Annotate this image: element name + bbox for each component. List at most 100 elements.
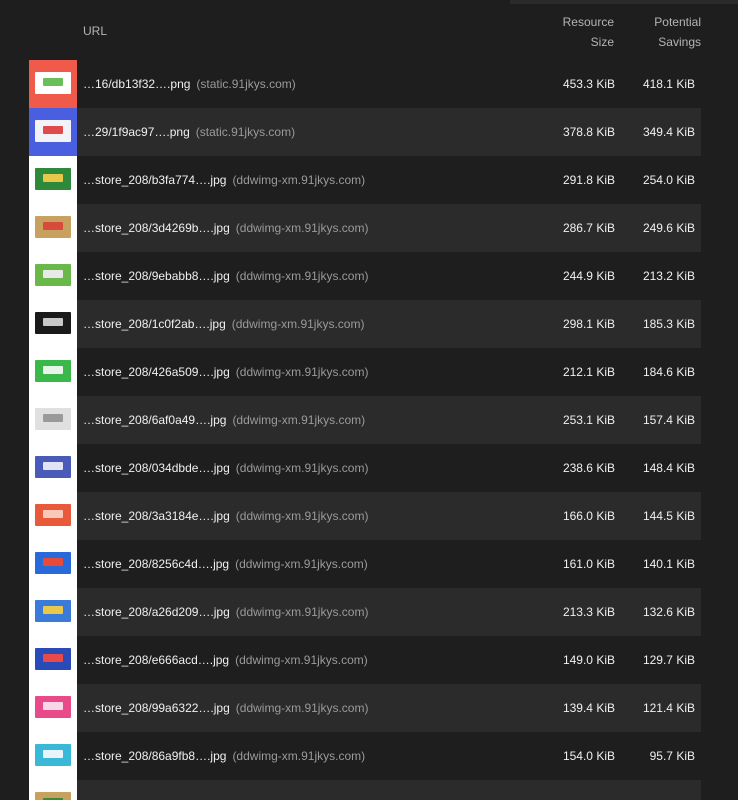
table-row[interactable]: …store_208/9ebabb8….jpg (ddwimg-xm.91jkys… (29, 252, 701, 300)
table-row[interactable]: …store_208/e666acd….jpg (ddwimg-xm.91jkys… (29, 636, 701, 684)
url-cell[interactable]: …store_208/3a3184e….jpg (ddwimg-xm.91jkys… (83, 492, 368, 540)
host-name: (ddwimg-xm.91jkys.com) (235, 365, 369, 379)
url-cell[interactable]: …29/1f9ac97….png (static.91jkys.com) (83, 108, 295, 156)
file-name[interactable]: …store_208/9ebabb8….jpg (83, 269, 230, 283)
image-thumbnail (29, 540, 77, 588)
file-name[interactable]: …store_208/b3fa774….jpg (83, 173, 226, 187)
potential-savings-value: 254.0 KiB (642, 173, 695, 187)
url-cell[interactable]: …store_208/426a509….jpg (ddwimg-xm.91jkys… (83, 348, 368, 396)
resource-size-value: 378.8 KiB (562, 125, 615, 139)
thumbnail-label-shape (43, 414, 63, 422)
host-name: (ddwimg-xm.91jkys.com) (235, 269, 369, 283)
potential-savings-value (615, 780, 695, 800)
host-name: (ddwimg-xm.91jkys.com) (235, 557, 368, 571)
file-name[interactable]: …store_208/e666acd….jpg (83, 653, 229, 667)
host-name: (ddwimg-xm.91jkys.com) (231, 317, 365, 331)
url-cell[interactable]: …store_208/1c0f2ab….jpg (ddwimg-xm.91jkys… (83, 300, 364, 348)
url-cell[interactable]: …store_208/86a9fb8….jpg (ddwimg-xm.91jkys… (83, 732, 365, 780)
image-thumbnail (29, 348, 77, 396)
file-name[interactable]: …store_208/3a3184e….jpg (83, 509, 230, 523)
file-name[interactable]: …store_208/a26d209….jpg (83, 605, 230, 619)
thumbnail-label-shape (43, 702, 63, 710)
url-column-header[interactable]: URL (83, 24, 107, 38)
image-thumbnail (29, 252, 77, 300)
file-name[interactable]: …store_208/99a6322….jpg (83, 701, 230, 715)
image-thumbnail (29, 780, 77, 800)
file-name[interactable]: …store_208/034dbde….jpg (83, 461, 230, 475)
image-thumbnail (29, 684, 77, 732)
potential-savings-value: 418.1 KiB (642, 77, 695, 91)
url-cell[interactable]: …store_208/b3fa774….jpg (ddwimg-xm.91jkys… (83, 156, 365, 204)
table-body: …16/db13f32….png (static.91jkys.com) 453.3… (29, 60, 701, 800)
url-cell[interactable] (83, 780, 89, 800)
host-name: (ddwimg-xm.91jkys.com) (235, 509, 369, 523)
table-row[interactable] (29, 780, 701, 800)
thumbnail-label-shape (43, 510, 63, 518)
url-cell[interactable]: …store_208/3d4269b….jpg (ddwimg-xm.91jkys… (83, 204, 368, 252)
table-row[interactable]: …store_208/426a509….jpg (ddwimg-xm.91jkys… (29, 348, 701, 396)
resource-size-value: 149.0 KiB (562, 653, 615, 667)
table-row[interactable]: …store_208/b3fa774….jpg (ddwimg-xm.91jkys… (29, 156, 701, 204)
url-cell[interactable]: …store_208/a26d209….jpg (ddwimg-xm.91jkys… (83, 588, 368, 636)
table-row[interactable]: …store_208/86a9fb8….jpg (ddwimg-xm.91jkys… (29, 732, 701, 780)
thumbnail-label-shape (43, 126, 63, 134)
url-cell[interactable]: …16/db13f32….png (static.91jkys.com) (83, 60, 296, 108)
potential-savings-value: 95.7 KiB (649, 749, 695, 763)
host-name: (ddwimg-xm.91jkys.com) (235, 653, 368, 667)
resource-size-value: 453.3 KiB (562, 77, 615, 91)
potential-savings-value: 144.5 KiB (642, 509, 695, 523)
image-thumbnail (29, 492, 77, 540)
url-cell[interactable]: …store_208/e666acd….jpg (ddwimg-xm.91jkys… (83, 636, 368, 684)
thumbnail-label-shape (43, 654, 63, 662)
resource-size-value: 166.0 KiB (562, 509, 615, 523)
host-name: (ddwimg-xm.91jkys.com) (235, 605, 369, 619)
host-name: (ddwimg-xm.91jkys.com) (232, 413, 366, 427)
host-name: (ddwimg-xm.91jkys.com) (235, 701, 369, 715)
url-cell[interactable]: …store_208/6af0a49….jpg (ddwimg-xm.91jkys… (83, 396, 365, 444)
potential-savings-value: 140.1 KiB (642, 557, 695, 571)
resource-size-value: 161.0 KiB (562, 557, 615, 571)
potential-savings-column-header[interactable]: Potential Savings (621, 12, 701, 52)
resource-size-column-header[interactable]: Resource Size (534, 12, 614, 52)
thumbnail-label-shape (43, 750, 63, 758)
table-row[interactable]: …store_208/8256c4d….jpg (ddwimg-xm.91jkys… (29, 540, 701, 588)
table-row[interactable]: …store_208/034dbde….jpg (ddwimg-xm.91jkys… (29, 444, 701, 492)
potential-savings-value: 132.6 KiB (642, 605, 695, 619)
file-name[interactable]: …store_208/3d4269b….jpg (83, 221, 230, 235)
table-row[interactable]: …16/db13f32….png (static.91jkys.com) 453.3… (29, 60, 701, 108)
resource-size-value: 253.1 KiB (562, 413, 615, 427)
url-cell[interactable]: …store_208/034dbde….jpg (ddwimg-xm.91jkys… (83, 444, 368, 492)
host-name: (ddwimg-xm.91jkys.com) (232, 173, 366, 187)
table-row[interactable]: …store_208/1c0f2ab….jpg (ddwimg-xm.91jkys… (29, 300, 701, 348)
image-thumbnail (29, 156, 77, 204)
thumbnail-label-shape (43, 78, 63, 86)
file-name[interactable]: …store_208/1c0f2ab….jpg (83, 317, 226, 331)
resource-size-header-line2: Size (590, 35, 614, 49)
table-row[interactable]: …store_208/3a3184e….jpg (ddwimg-xm.91jkys… (29, 492, 701, 540)
url-cell[interactable]: …store_208/9ebabb8….jpg (ddwimg-xm.91jkys… (83, 252, 368, 300)
host-name: (ddwimg-xm.91jkys.com) (235, 461, 369, 475)
file-name[interactable]: …store_208/8256c4d….jpg (83, 557, 229, 571)
potential-savings-value: 213.2 KiB (642, 269, 695, 283)
resource-size-value: 244.9 KiB (562, 269, 615, 283)
host-name: (ddwimg-xm.91jkys.com) (235, 221, 369, 235)
image-thumbnail (29, 300, 77, 348)
table-row[interactable]: …store_208/6af0a49….jpg (ddwimg-xm.91jkys… (29, 396, 701, 444)
file-name[interactable]: …29/1f9ac97….png (83, 125, 190, 139)
url-cell[interactable]: …store_208/8256c4d….jpg (ddwimg-xm.91jkys… (83, 540, 368, 588)
table-row[interactable]: …store_208/3d4269b….jpg (ddwimg-xm.91jkys… (29, 204, 701, 252)
file-name[interactable]: …store_208/426a509….jpg (83, 365, 230, 379)
thumbnail-label-shape (43, 558, 63, 566)
file-name[interactable]: …store_208/6af0a49….jpg (83, 413, 226, 427)
table-row[interactable]: …store_208/a26d209….jpg (ddwimg-xm.91jkys… (29, 588, 701, 636)
resource-size-header-line1: Resource (562, 15, 614, 29)
file-name[interactable]: …16/db13f32….png (83, 77, 190, 91)
image-thumbnail (29, 588, 77, 636)
file-name[interactable]: …store_208/86a9fb8….jpg (83, 749, 226, 763)
table-row[interactable]: …store_208/99a6322….jpg (ddwimg-xm.91jkys… (29, 684, 701, 732)
image-thumbnail (29, 732, 77, 780)
image-thumbnail (29, 60, 77, 108)
table-row[interactable]: …29/1f9ac97….png (static.91jkys.com) 378.8… (29, 108, 701, 156)
thumbnail-label-shape (43, 462, 63, 470)
url-cell[interactable]: …store_208/99a6322….jpg (ddwimg-xm.91jkys… (83, 684, 368, 732)
